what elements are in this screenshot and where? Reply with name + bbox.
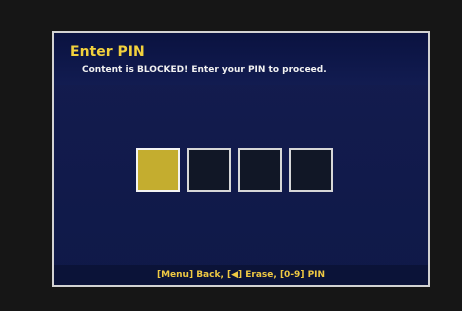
dialog-header: Enter PIN Content is BLOCKED! Enter your… <box>54 33 428 85</box>
pin-digit-2[interactable] <box>187 148 231 192</box>
footer-hint: [Menu] Back, [◀] Erase, [0-9] PIN <box>156 270 326 280</box>
dialog-title: Enter PIN <box>70 44 145 60</box>
tv-screen: Enter PIN Content is BLOCKED! Enter your… <box>0 0 462 311</box>
pin-dialog: Enter PIN Content is BLOCKED! Enter your… <box>52 31 430 287</box>
pin-digit-4[interactable] <box>289 148 333 192</box>
dialog-message: Content is BLOCKED! Enter your PIN to pr… <box>82 65 327 75</box>
pin-digit-3[interactable] <box>238 148 282 192</box>
dialog-footer: [Menu] Back, [◀] Erase, [0-9] PIN <box>54 265 428 285</box>
pin-digit-1[interactable] <box>136 148 180 192</box>
pin-entry-row <box>136 148 333 192</box>
